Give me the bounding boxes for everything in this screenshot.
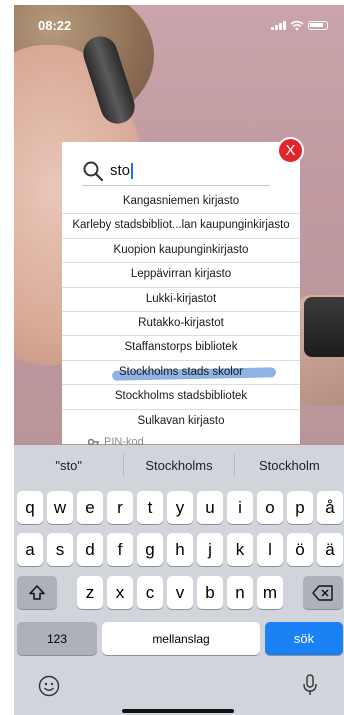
signal-icon	[271, 20, 286, 30]
results-list: Kangasniemen kirjasto Karleby stadsbibli…	[62, 190, 300, 434]
numbers-key[interactable]: 123	[17, 622, 97, 655]
backspace-key[interactable]	[303, 576, 343, 609]
result-item-highlighted[interactable]: Stockholms stads skolor	[62, 361, 300, 386]
result-item[interactable]: Lukki-kirjastot	[62, 288, 300, 312]
status-icons	[271, 20, 328, 31]
result-label: Karleby stadsbibliot...lan kaupunginkirj…	[72, 219, 290, 232]
result-item[interactable]: Stockholms stadsbibliotek	[62, 385, 300, 410]
result-label: Kangasniemen kirjasto	[122, 195, 240, 207]
result-item[interactable]: Sulkavan kirjasto	[62, 410, 300, 434]
key-o-umlaut[interactable]: ö	[287, 533, 313, 566]
key-j[interactable]: j	[197, 533, 223, 566]
key-c[interactable]: c	[137, 576, 163, 609]
key-m[interactable]: m	[257, 576, 283, 609]
result-label: Lukki-kirjastot	[145, 292, 217, 305]
key-t[interactable]: t	[137, 491, 163, 524]
key-d[interactable]: d	[77, 533, 103, 566]
key-u[interactable]: u	[197, 491, 223, 524]
suggestion-item[interactable]: "sto"	[14, 458, 123, 473]
microphone-icon[interactable]	[302, 673, 318, 697]
result-label: Kuopion kaupunginkirjasto	[113, 243, 249, 256]
result-label: Stockholms stads skolor	[119, 365, 243, 378]
key-w[interactable]: w	[47, 491, 73, 524]
key-z[interactable]: z	[77, 576, 103, 609]
battery-icon	[308, 20, 328, 30]
key-n[interactable]: n	[227, 576, 253, 609]
shift-icon	[29, 584, 45, 600]
emoji-icon[interactable]	[38, 675, 60, 697]
result-label: Stockholms stadsbibliotek	[114, 390, 248, 403]
key-y[interactable]: y	[167, 491, 193, 524]
result-item[interactable]: Karleby stadsbibliot...lan kaupunginkirj…	[62, 214, 300, 239]
key-v[interactable]: v	[167, 576, 193, 609]
text-cursor	[131, 162, 133, 179]
result-item[interactable]: Rutakko-kirjastot	[62, 312, 300, 337]
suggestion-item[interactable]: Stockholms	[124, 458, 233, 473]
key-a-umlaut[interactable]: ä	[317, 533, 343, 566]
key-l[interactable]: l	[257, 533, 283, 566]
key-g[interactable]: g	[137, 533, 163, 566]
key-x[interactable]: x	[107, 576, 133, 609]
result-item[interactable]: Staffanstorps bibliotek	[62, 336, 300, 361]
keyboard-bottom-bar	[14, 663, 344, 703]
close-label: X	[285, 142, 296, 159]
close-button[interactable]: X	[277, 137, 304, 164]
key-b[interactable]: b	[197, 576, 223, 609]
key-o[interactable]: o	[257, 491, 283, 524]
key-i[interactable]: i	[227, 491, 253, 524]
suggestion-bar: "sto" Stockholms Stockholm	[14, 445, 344, 485]
key-r[interactable]: r	[107, 491, 133, 524]
phone-shape	[304, 297, 344, 357]
result-item[interactable]: Kangasniemen kirjasto	[62, 190, 300, 215]
home-indicator	[122, 709, 234, 713]
wifi-icon	[290, 20, 304, 30]
space-key[interactable]: mellanslag	[102, 622, 260, 655]
status-bar: 08:22	[14, 5, 344, 45]
search-query: sto	[110, 162, 131, 179]
key-p[interactable]: p	[287, 491, 313, 524]
search-icon	[83, 161, 104, 181]
key-q[interactable]: q	[17, 491, 43, 524]
status-time: 08:22	[38, 17, 72, 33]
search-key[interactable]: sök	[265, 622, 343, 655]
search-input[interactable]: sto	[82, 156, 270, 186]
suggestion-item[interactable]: Stockholm	[235, 458, 344, 473]
key-s[interactable]: s	[47, 533, 73, 566]
result-item[interactable]: Kuopion kaupunginkirjasto	[62, 239, 300, 264]
backspace-icon	[312, 584, 333, 601]
key-e[interactable]: e	[77, 491, 103, 524]
result-item[interactable]: Leppävirran kirjasto	[62, 263, 300, 288]
result-label: Rutakko-kirjastot	[138, 316, 224, 329]
key-a-ring[interactable]: å	[317, 491, 343, 524]
shift-key[interactable]	[17, 576, 57, 609]
key-h[interactable]: h	[167, 533, 193, 566]
key-f[interactable]: f	[107, 533, 133, 566]
keyboard: "sto" Stockholms Stockholm q w e r t y u…	[14, 445, 344, 715]
result-label: Leppävirran kirjasto	[130, 268, 232, 281]
result-label: Staffanstorps bibliotek	[124, 341, 238, 354]
result-label: Sulkavan kirjasto	[137, 414, 225, 427]
key-a[interactable]: a	[17, 533, 43, 566]
key-k[interactable]: k	[227, 533, 253, 566]
